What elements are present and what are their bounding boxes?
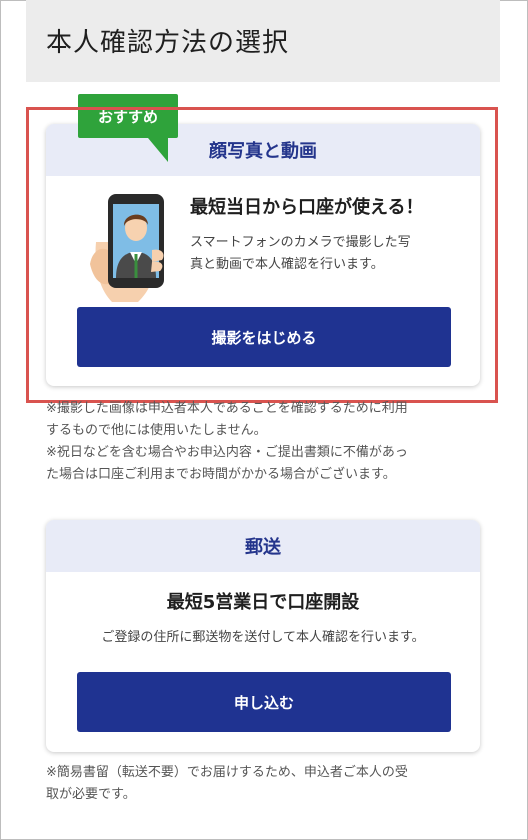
page-header: 本人確認方法の選択 xyxy=(26,0,500,82)
note-line: ※簡易書留（転送不要）でお届けするため、申込者ご本人の受 xyxy=(46,765,408,780)
note-line: するもので他には使用いたしません。 xyxy=(46,423,267,438)
mail-option-headline: 最短5営業日で口座開設 xyxy=(166,592,360,613)
note-line: ※撮影した画像は申込者本人であることを確認するために利用 xyxy=(46,401,408,416)
note-line: た場合は口座ご利用までお時間がかかる場合がございます。 xyxy=(46,467,396,482)
page-title: 本人確認方法の選択 xyxy=(46,28,290,58)
photo-option-notes: ※撮影した画像は申込者本人であることを確認するために利用 するもので他には使用い… xyxy=(46,398,476,486)
mail-option-description: ご登録の住所に郵送物を送付して本人確認を行います。 xyxy=(101,630,425,645)
mail-option-notes: ※簡易書留（転送不要）でお届けするため、申込者ご本人の受 取が必要です。 xyxy=(46,762,476,806)
note-line: ※祝日などを含む場合やお申込内容・ご提出書類に不備があっ xyxy=(46,445,408,460)
mail-option-heading: 郵送 xyxy=(46,520,480,572)
selection-highlight xyxy=(26,107,498,403)
apply-button[interactable]: 申し込む xyxy=(77,672,451,732)
note-line: 取が必要です。 xyxy=(46,787,136,802)
